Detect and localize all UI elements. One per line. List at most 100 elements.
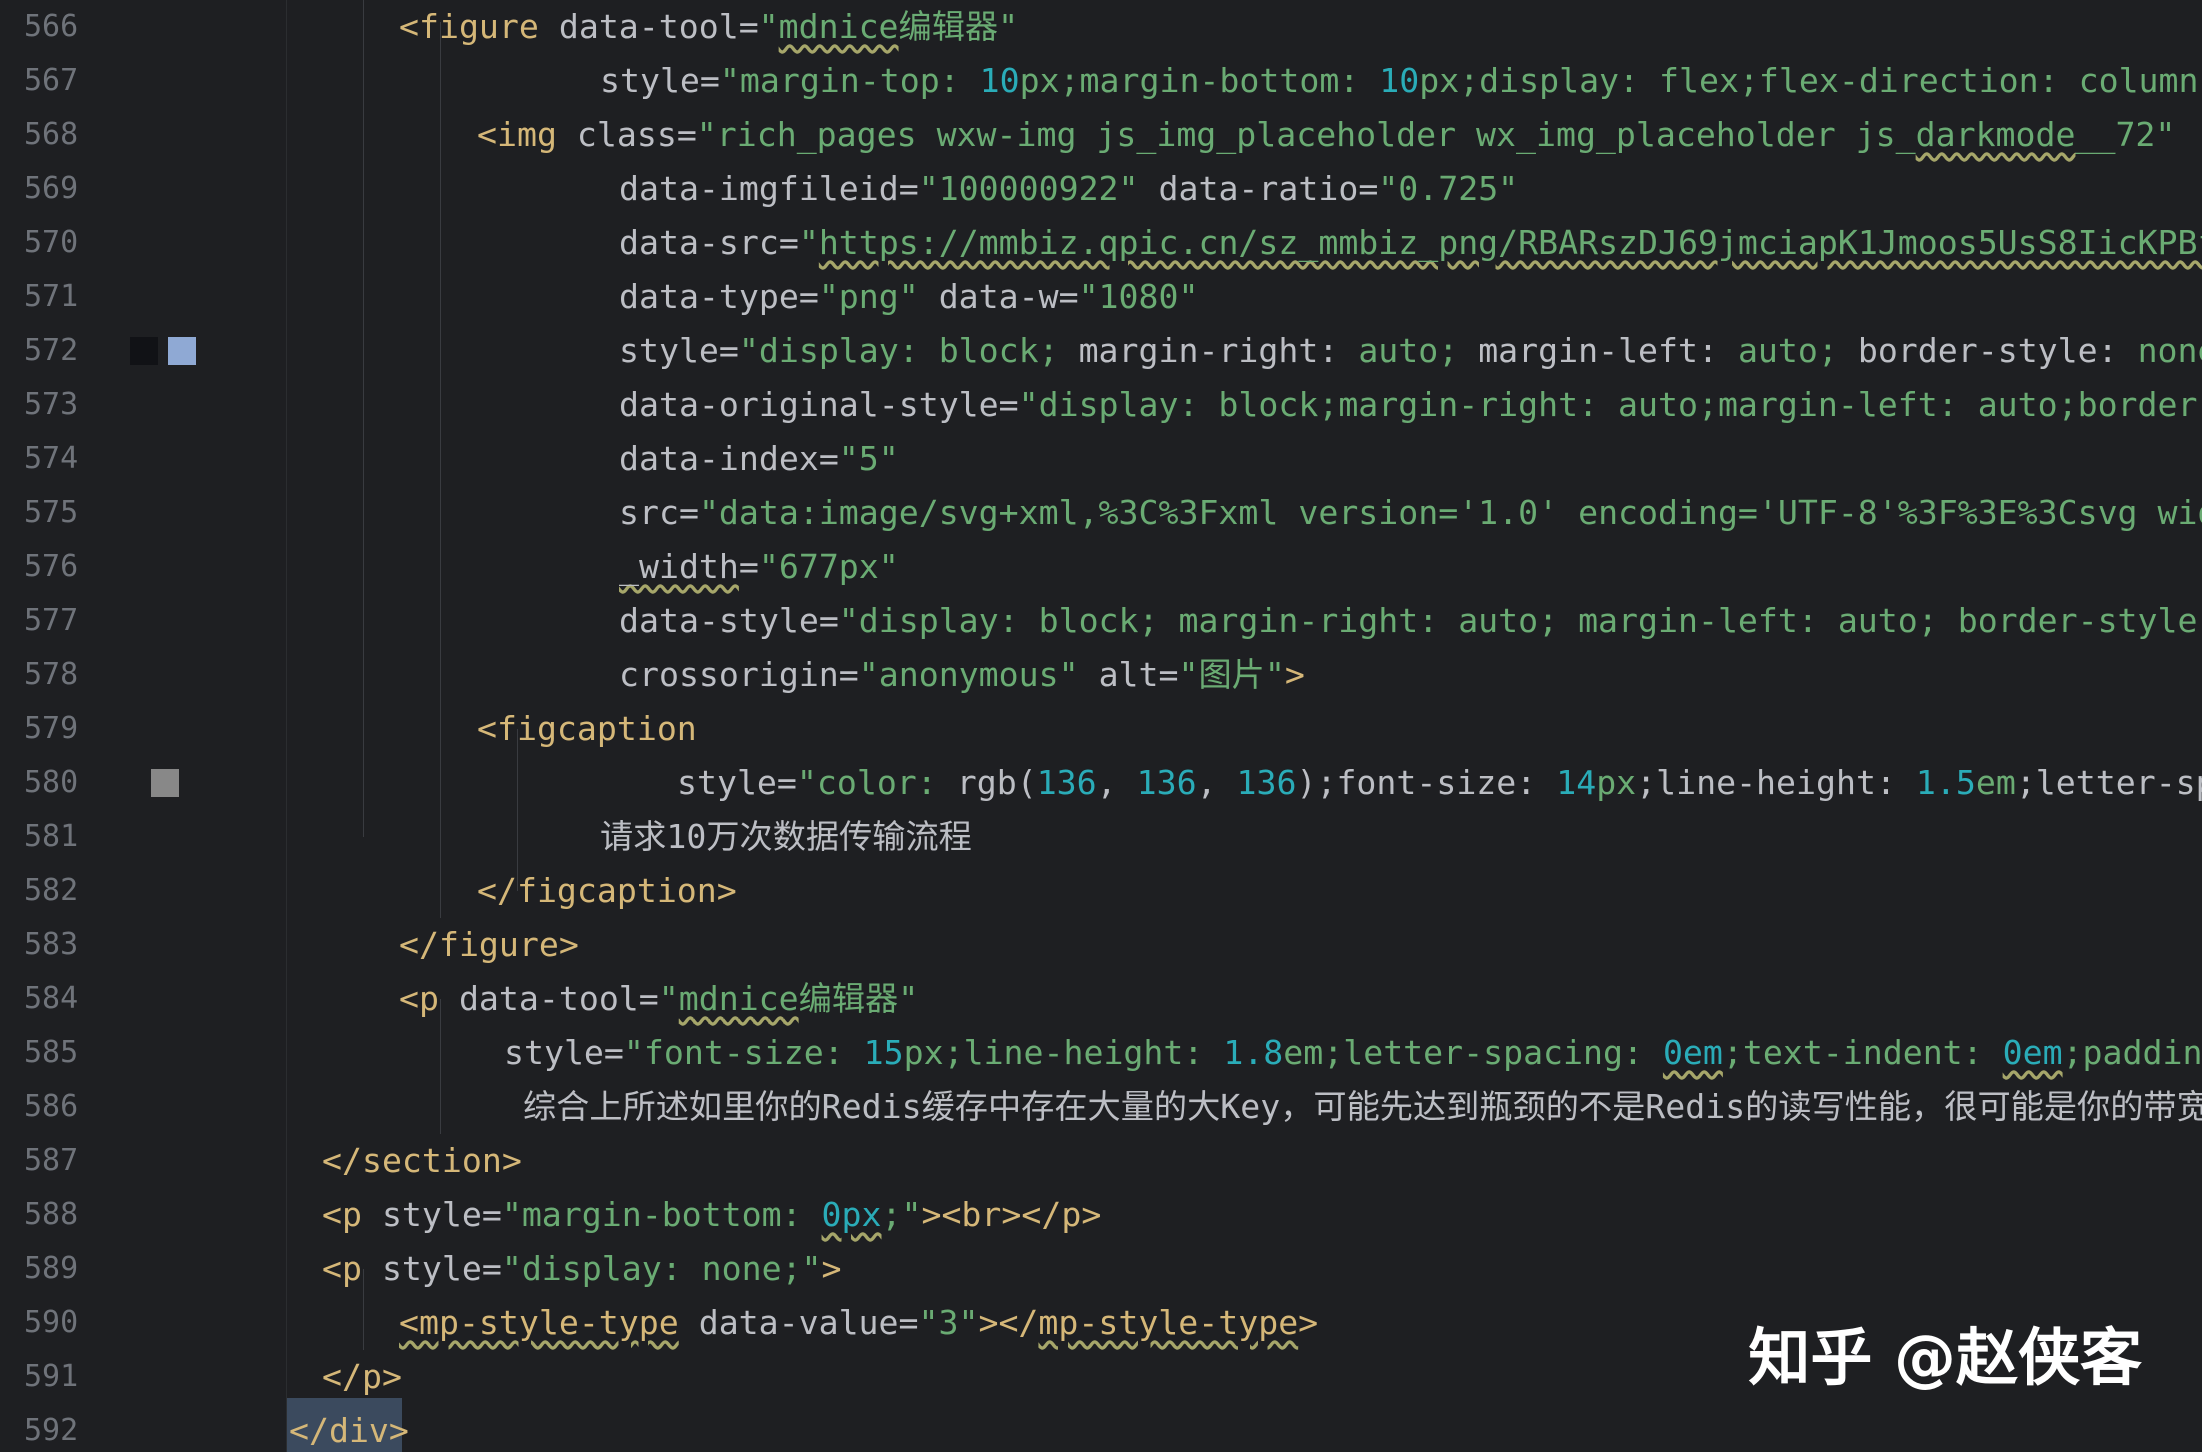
code-token: rgb(: [956, 763, 1037, 802]
code-token: >: [1298, 1303, 1319, 1342]
code-token: px;display:: [1419, 61, 1660, 100]
code-line[interactable]: style="display: block; margin-right: aut…: [619, 324, 2202, 378]
code-token: >: [1284, 655, 1305, 694]
code-line[interactable]: data-type="png" data-w="1080": [619, 270, 1198, 324]
code-token: auto;: [1737, 331, 1858, 370]
editor-gutter[interactable]: 566 567 568 569 570 571 572 573 574 575 576 577 578 5…: [0, 0, 287, 1452]
code-token: data-ratio: [1158, 169, 1359, 208]
code-line[interactable]: _width="677px": [619, 540, 899, 594]
code-token: =: [818, 601, 839, 640]
code-token: darkmode: [1915, 115, 2076, 154]
code-token: "margin-bottom:: [501, 1195, 822, 1234]
code-line[interactable]: 综合上所述如里你的Redis缓存中存在大量的大Key，可能先达到瓶颈的不是Red…: [523, 1080, 2202, 1134]
code-line[interactable]: <img class="rich_pages wxw-img js_img_pl…: [477, 108, 2175, 162]
code-line[interactable]: 请求10万次数据传输流程: [600, 810, 972, 864]
code-token: "color:: [796, 763, 957, 802]
code-token: </p>: [322, 1357, 402, 1396]
code-token: </section>: [322, 1141, 522, 1180]
code-token: 14: [1556, 763, 1597, 802]
code-token: =: [898, 1303, 919, 1342]
code-line[interactable]: <mp-style-type data-value="3"></mp-style…: [399, 1296, 1318, 1350]
code-token: 1.8: [1223, 1033, 1284, 1072]
indent-guide: [440, 999, 441, 1134]
code-token: em;letter-spacing:: [1283, 1033, 1663, 1072]
code-token: "0.725": [1378, 169, 1519, 208]
code-line[interactable]: </figure>: [399, 918, 579, 972]
code-token: "font-size:: [623, 1033, 864, 1072]
code-token: =: [481, 1249, 502, 1288]
code-token: =: [776, 763, 797, 802]
code-token: "5": [838, 439, 899, 478]
code-token: border-style:: [1857, 331, 2138, 370]
code-token: src: [619, 493, 679, 532]
code-token: =: [1158, 655, 1179, 694]
code-line[interactable]: <p style="display: none;">: [322, 1242, 842, 1296]
code-token: data-src: [619, 223, 779, 262]
code-token: px;line-height:: [903, 1033, 1224, 1072]
code-token: =: [1058, 277, 1079, 316]
code-token: "display:: [738, 331, 939, 370]
code-token: ": [658, 979, 679, 1018]
code-line[interactable]: data-imgfileid="100000922" data-ratio="0…: [619, 162, 1518, 216]
line-number: 592: [24, 1413, 79, 1448]
code-token: 请求10万次数据传输流程: [600, 817, 972, 856]
code-line[interactable]: src="data:image/svg+xml,%3C%3Fxml versio…: [619, 486, 2202, 540]
code-token: <figcaption: [477, 709, 697, 748]
code-line[interactable]: </div>: [289, 1404, 409, 1452]
line-number: 573: [24, 387, 79, 422]
code-token: px;margin-bottom:: [1019, 61, 1380, 100]
code-line[interactable]: <figure data-tool="mdnice编辑器": [399, 0, 1018, 54]
code-line[interactable]: </p>: [322, 1350, 402, 1404]
code-line[interactable]: data-style="display: block; margin-right…: [619, 594, 2202, 648]
indent-guide: [363, 0, 364, 837]
code-token: __72": [2075, 115, 2176, 154]
code-line[interactable]: data-index="5": [619, 432, 899, 486]
code-token: =: [998, 385, 1019, 424]
code-token: block;: [938, 331, 1079, 370]
code-token: style: [677, 763, 777, 802]
code-line[interactable]: data-src="https://mmbiz.qpic.cn/sz_mmbiz…: [619, 216, 2202, 270]
code-line[interactable]: </section>: [322, 1134, 522, 1188]
code-token: 15: [863, 1033, 904, 1072]
code-token: );font-size:: [1296, 763, 1557, 802]
code-token: data-type: [619, 277, 799, 316]
code-line[interactable]: </figcaption>: [477, 864, 737, 918]
code-token: style: [381, 1249, 482, 1288]
code-line[interactable]: <p style="margin-bottom: 0px;"><br></p>: [322, 1188, 1101, 1242]
code-token: =: [638, 979, 659, 1018]
code-token: 136: [1136, 763, 1197, 802]
code-area[interactable]: <figure data-tool="mdnice编辑器" style="marg…: [287, 0, 2202, 1452]
code-token: mdnice: [678, 979, 799, 1018]
code-token: crossorigin: [619, 655, 839, 694]
code-editor[interactable]: 566 567 568 569 570 571 572 573 574 575 576 577 578 5…: [0, 0, 2202, 1452]
code-line[interactable]: <figcaption: [477, 702, 697, 756]
line-number: 588: [24, 1197, 79, 1232]
code-token: data-tool: [458, 979, 639, 1018]
line-number: 576: [24, 549, 79, 584]
code-token: =: [699, 61, 720, 100]
code-token: _width: [619, 547, 739, 586]
code-token: =: [778, 223, 799, 262]
code-token: style: [504, 1033, 604, 1072]
code-line[interactable]: <p data-tool="mdnice编辑器": [399, 972, 918, 1026]
indent-guide: [517, 729, 518, 891]
code-line[interactable]: data-original-style="display: block;marg…: [619, 378, 2202, 432]
code-line[interactable]: style="margin-top: 10px;margin-bottom: 1…: [600, 54, 2202, 108]
color-swatch-icon[interactable]: [168, 337, 196, 365]
code-token: "图片": [1178, 655, 1285, 694]
code-line[interactable]: crossorigin="anonymous" alt="图片">: [619, 648, 1305, 702]
code-token: "display: block;margin-right: auto;margi…: [1018, 385, 2202, 424]
color-swatch-icon[interactable]: [130, 337, 158, 365]
color-swatch-icon[interactable]: [151, 769, 179, 797]
code-line[interactable]: style="font-size: 15px;line-height: 1.8e…: [504, 1026, 2202, 1080]
line-number: 590: [24, 1305, 79, 1340]
code-token: ": [758, 7, 779, 46]
code-token: 综合上所述如里你的Redis缓存中存在大量的大Key，可能先达到瓶颈的不是Red…: [523, 1087, 2202, 1126]
line-number: 570: [24, 225, 79, 260]
line-number: 578: [24, 657, 79, 692]
code-token: "1080": [1078, 277, 1199, 316]
code-token: px: [1596, 763, 1637, 802]
code-token: ></: [978, 1303, 1039, 1342]
code-line[interactable]: style="color: rgb(136, 136, 136);font-si…: [677, 756, 2202, 810]
code-token: data-original-style: [619, 385, 999, 424]
